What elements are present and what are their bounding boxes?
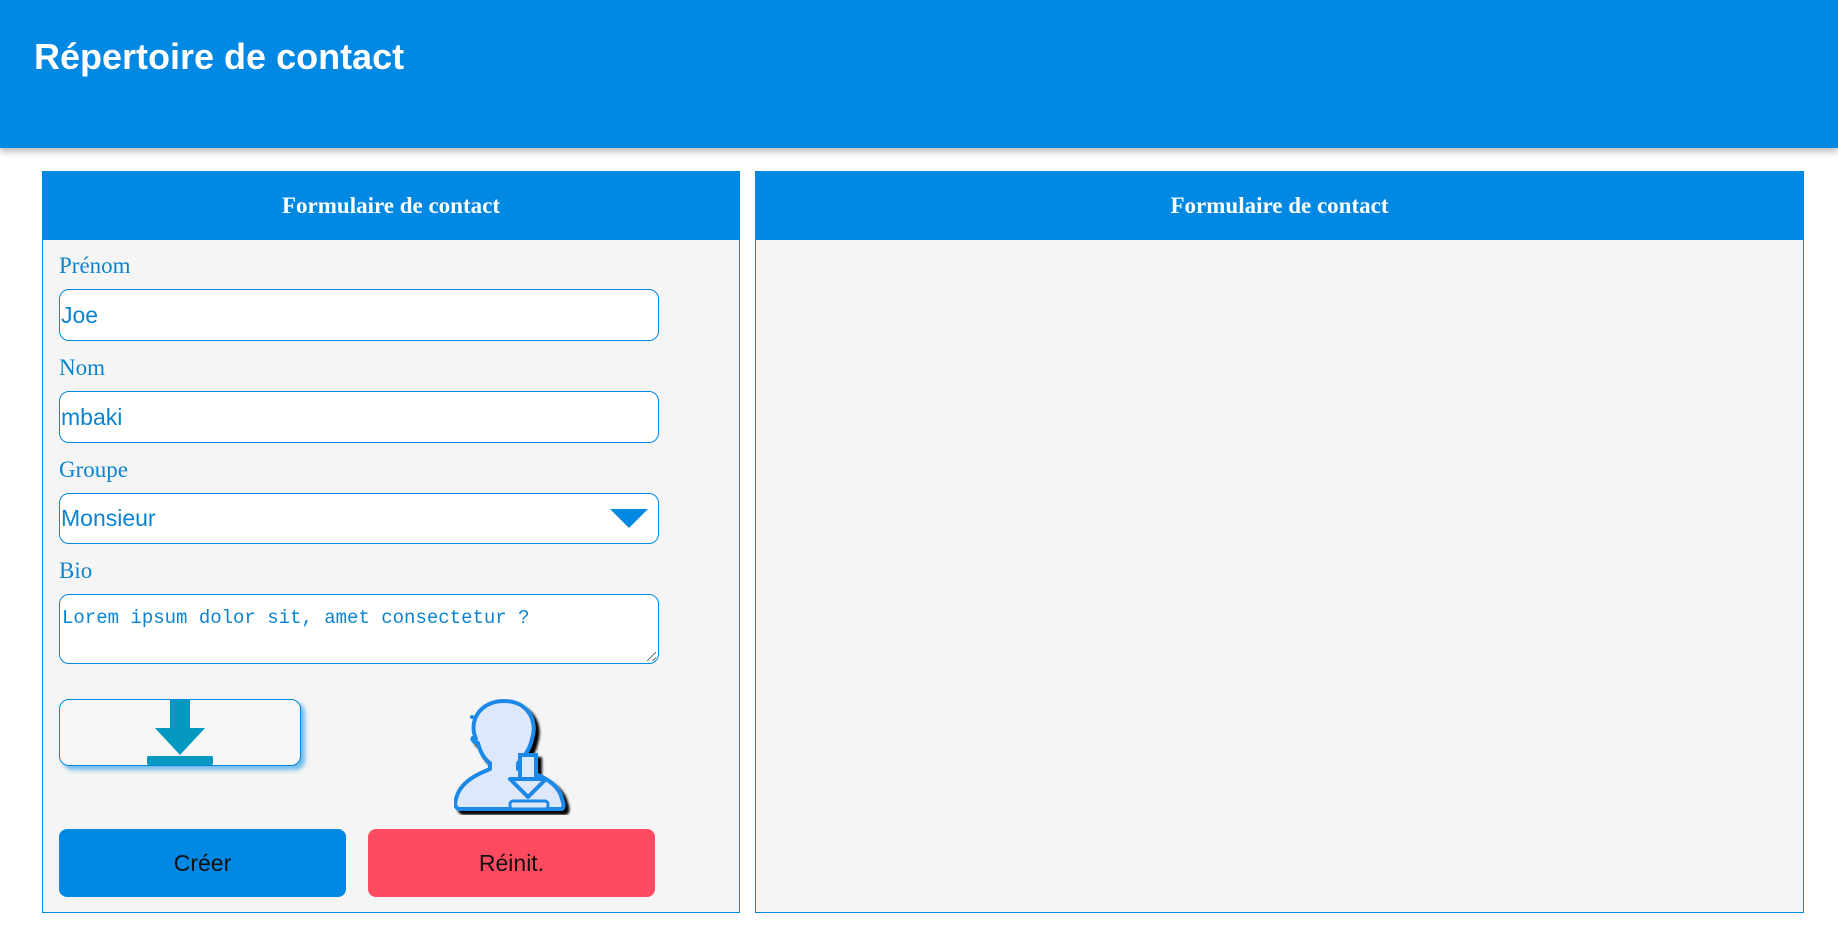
download-icon [147,699,213,765]
bio-value: Lorem ipsum dolor sit, amet consectetur … [62,607,530,629]
first-name-input[interactable]: Joe [59,289,659,341]
group-label: Groupe [59,457,128,482]
last-name-value: mbaki [61,403,123,430]
user-import-button[interactable] [453,699,576,815]
download-button[interactable] [59,699,301,766]
chevron-down-icon[interactable] [610,509,648,528]
contact-list-panel-header: Formulaire de contact [756,172,1803,240]
last-name-input[interactable]: mbaki [59,391,659,443]
resize-handle-icon[interactable] [647,652,656,661]
contact-form-panel-header: Formulaire de contact [43,172,739,240]
app-header: Répertoire de contact [0,0,1838,148]
user-import-icon [453,699,566,811]
first-name-value: Joe [61,301,99,328]
group-select[interactable]: Monsieur [59,493,659,544]
last-name-label: Nom [59,355,105,380]
reset-button[interactable]: Réinit. [368,829,655,897]
app-title: Répertoire de contact [34,36,405,77]
contact-list-panel: Formulaire de contact [755,171,1804,913]
group-selected-value: Monsieur [61,505,156,531]
bio-label: Bio [59,558,93,583]
contact-form-panel: Formulaire de contact Prénom Joe Nom mba… [42,171,740,913]
create-button[interactable]: Créer [59,829,346,897]
first-name-label: Prénom [59,253,131,278]
bio-textarea[interactable]: Lorem ipsum dolor sit, amet consectetur … [59,594,659,664]
